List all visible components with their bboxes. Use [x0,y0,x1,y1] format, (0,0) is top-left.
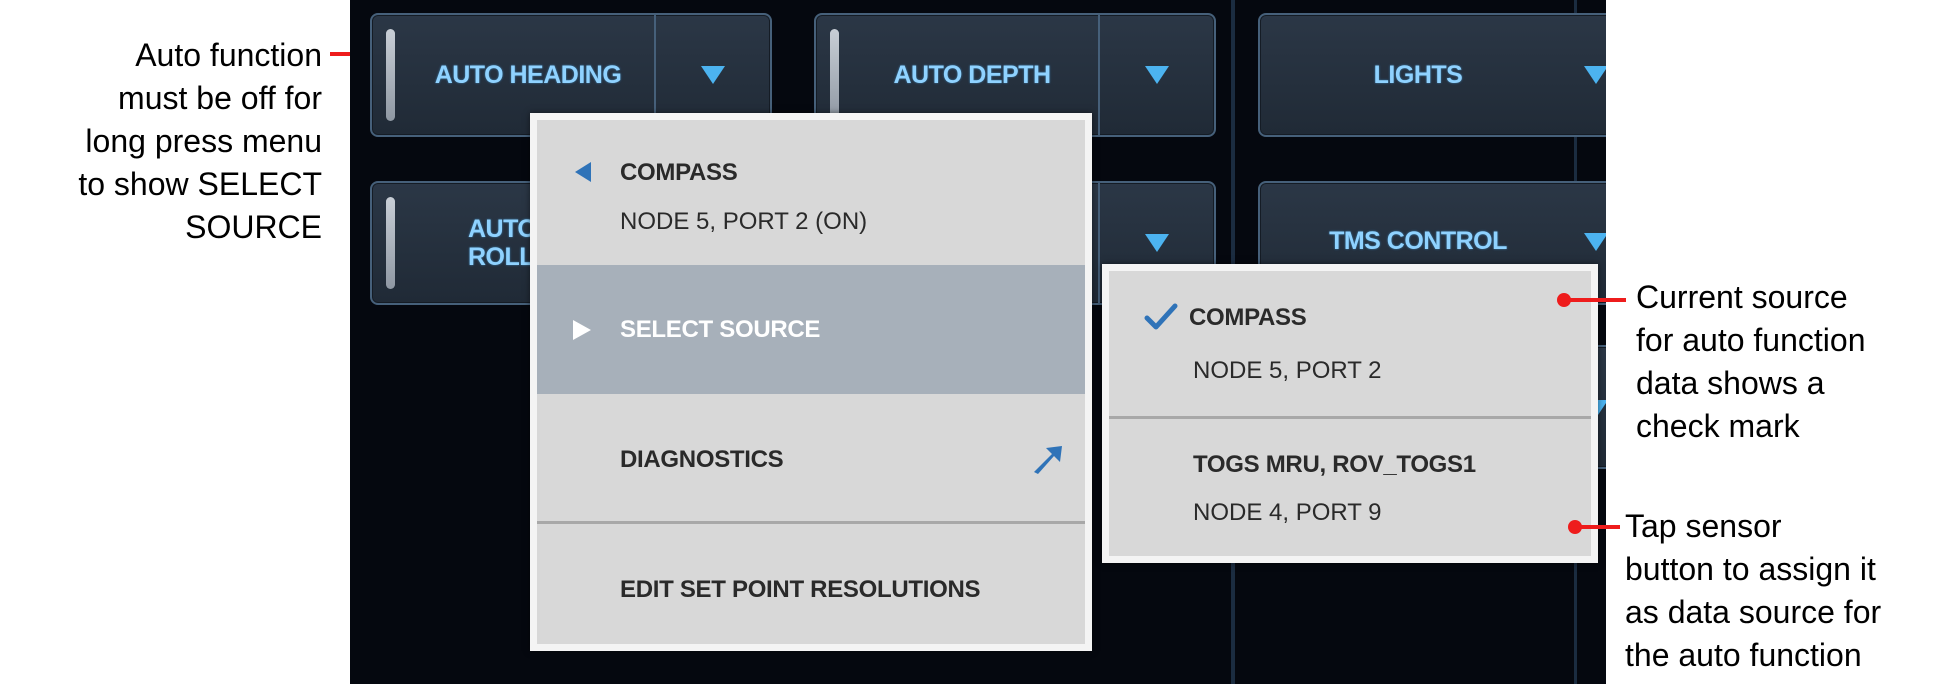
annotation-long-press: Auto function must be off for long press… [78,37,322,245]
source-item-title: COMPASS [1189,304,1307,331]
source-item-title: TOGS MRU, ROV_TOGS1 [1193,451,1476,478]
annotation-tap-sensor: Tap sensor button to assign it as data s… [1625,508,1882,673]
select-source-label: SELECT SOURCE [620,316,821,343]
annotation-current-source: Current source for auto function data sh… [1636,279,1866,444]
menu-header-title: COMPASS [620,159,738,186]
auto-depth-dropdown[interactable] [1098,15,1214,135]
chevron-down-icon [1145,234,1169,252]
lights-label: LIGHTS [1373,60,1463,89]
annotation-leader-line [1570,298,1626,302]
chevron-down-icon[interactable] [1584,233,1606,251]
long-press-menu: COMPASS NODE 5, PORT 2 (ON) SELECT SOURC… [530,113,1092,651]
source-submenu: COMPASS NODE 5, PORT 2 TOGS MRU, ROV_TOG… [1102,264,1598,563]
annotation-leader-line [1580,525,1620,529]
right-arrow-icon [573,320,591,340]
check-icon [1144,303,1178,330]
edit-set-point-label: EDIT SET POINT RESOLUTIONS [620,576,981,603]
annotation-dot [1557,293,1571,307]
diagnostics-label: DIAGNOSTICS [620,446,784,473]
menu-header-subtitle: NODE 5, PORT 2 (ON) [620,208,868,235]
drag-handle[interactable] [386,29,395,121]
menu-header[interactable]: COMPASS NODE 5, PORT 2 (ON) [537,120,1085,265]
edit-set-point-item[interactable]: EDIT SET POINT RESOLUTIONS [537,524,1085,648]
external-link-icon [1034,446,1062,474]
chevron-down-icon[interactable] [1584,66,1606,84]
drag-handle[interactable] [386,197,395,289]
lights-button[interactable]: LIGHTS [1258,13,1606,137]
source-item-subtitle: NODE 5, PORT 2 [1193,357,1382,384]
chevron-down-icon [701,66,725,84]
select-source-item[interactable]: SELECT SOURCE [537,265,1085,394]
rov-control-screen: AUTO HEADING AUTO DEPTH LIGHTS AUTO I RO… [350,0,1606,684]
source-item-togs[interactable]: TOGS MRU, ROV_TOGS1 NODE 4, PORT 9 [1109,419,1591,557]
drag-handle[interactable] [830,29,839,121]
source-item-subtitle: NODE 4, PORT 9 [1193,499,1382,526]
diagnostics-item[interactable]: DIAGNOSTICS [537,394,1085,521]
chevron-down-icon [1145,66,1169,84]
left-arrow-icon [575,162,591,182]
source-item-compass[interactable]: COMPASS NODE 5, PORT 2 [1109,271,1591,416]
